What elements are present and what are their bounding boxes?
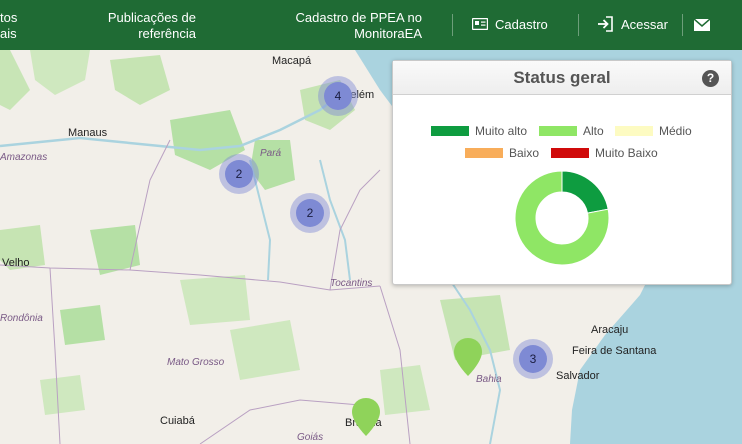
- nav-item-partial-line1: tos: [0, 10, 18, 25]
- nav-publicacoes-line1: Publicações de: [107, 10, 196, 25]
- nav-publicacoes-line2: referência: [138, 26, 196, 41]
- legend-item-muito-baixo[interactable]: Muito Baixo: [551, 146, 658, 160]
- nav-cadastro-ppea-line2: MonitoraEA: [354, 26, 422, 41]
- legend-item-alto[interactable]: Alto: [539, 124, 604, 138]
- legend-label: Alto: [583, 124, 604, 138]
- legend-item-muito-alto[interactable]: Muito alto: [431, 124, 527, 138]
- map-label-para: Pará: [260, 148, 282, 159]
- legend-label: Médio: [659, 124, 692, 138]
- cluster-count: 3: [519, 345, 547, 373]
- legend-item-baixo[interactable]: Baixo: [465, 146, 539, 160]
- status-panel: Status geral ? Muito alto Alto Médio Bai…: [392, 60, 732, 285]
- legend-swatch: [551, 148, 589, 158]
- nav-item-partial[interactable]: tos ais: [0, 10, 18, 42]
- map-label-tocantins: Tocantins: [330, 278, 373, 289]
- map-label-manaus: Manaus: [68, 127, 108, 139]
- sign-in-icon: [598, 16, 613, 32]
- nav-acessar-label: Acessar: [621, 17, 668, 32]
- legend-label: Muito Baixo: [595, 146, 658, 160]
- nav-item-cadastro-ppea[interactable]: Cadastro de PPEA no MonitoraEA: [282, 10, 422, 42]
- legend-label: Baixo: [509, 146, 540, 160]
- legend-swatch: [615, 126, 653, 136]
- legend-label: Muito alto: [475, 124, 528, 138]
- map-label-macapa: Macapá: [272, 55, 312, 67]
- map-label-aracaju: Aracaju: [591, 324, 629, 336]
- top-navbar: tos ais Publicações de referência Cadast…: [0, 0, 742, 50]
- map-label-goias: Goiás: [297, 432, 324, 443]
- map-cluster-marker[interactable]: 2: [219, 154, 259, 194]
- nav-divider: [452, 14, 453, 36]
- map-label-amazonas: Amazonas: [0, 152, 48, 163]
- map-cluster-marker[interactable]: 2: [290, 193, 330, 233]
- map-pin-marker[interactable]: [454, 338, 482, 376]
- nav-item-cadastro[interactable]: Cadastro: [470, 16, 560, 36]
- nav-divider: [682, 14, 683, 36]
- status-panel-header: Status geral ?: [393, 61, 731, 95]
- map-label-rondonia: Rondônia: [0, 313, 43, 324]
- legend-swatch: [539, 126, 577, 136]
- cluster-count: 2: [225, 160, 253, 188]
- map-label-cuiaba: Cuiabá: [160, 415, 195, 427]
- donut-slice-muito-alto[interactable]: [561, 170, 609, 214]
- nav-item-publicacoes[interactable]: Publicações de referência: [96, 10, 196, 42]
- cluster-count: 2: [296, 199, 324, 227]
- id-card-icon: [472, 18, 488, 30]
- map-cluster-marker[interactable]: 3: [513, 339, 553, 379]
- map-label-velho: Velho: [2, 257, 30, 269]
- map-label-mato-grosso: Mato Grosso: [167, 357, 225, 368]
- help-icon[interactable]: ?: [702, 70, 719, 87]
- legend-item-medio[interactable]: Médio: [615, 124, 692, 138]
- map-label-salvador: Salvador: [556, 370, 600, 382]
- map-pin-marker[interactable]: [352, 398, 380, 436]
- nav-item-acessar[interactable]: Acessar: [596, 14, 676, 36]
- nav-divider: [578, 14, 579, 36]
- nav-cadastro-ppea-line1: Cadastro de PPEA no: [295, 10, 422, 25]
- legend-swatch: [465, 148, 503, 158]
- legend-swatch: [431, 126, 469, 136]
- map-label-feira-de-santana: Feira de Santana: [572, 345, 657, 357]
- map-cluster-marker[interactable]: 4: [318, 76, 358, 116]
- status-donut-chart: [514, 170, 610, 266]
- envelope-icon[interactable]: [694, 19, 710, 31]
- nav-item-partial-line2: ais: [0, 26, 17, 41]
- nav-cadastro-label: Cadastro: [495, 17, 548, 32]
- status-panel-title: Status geral: [513, 68, 611, 87]
- cluster-count: 4: [324, 82, 352, 110]
